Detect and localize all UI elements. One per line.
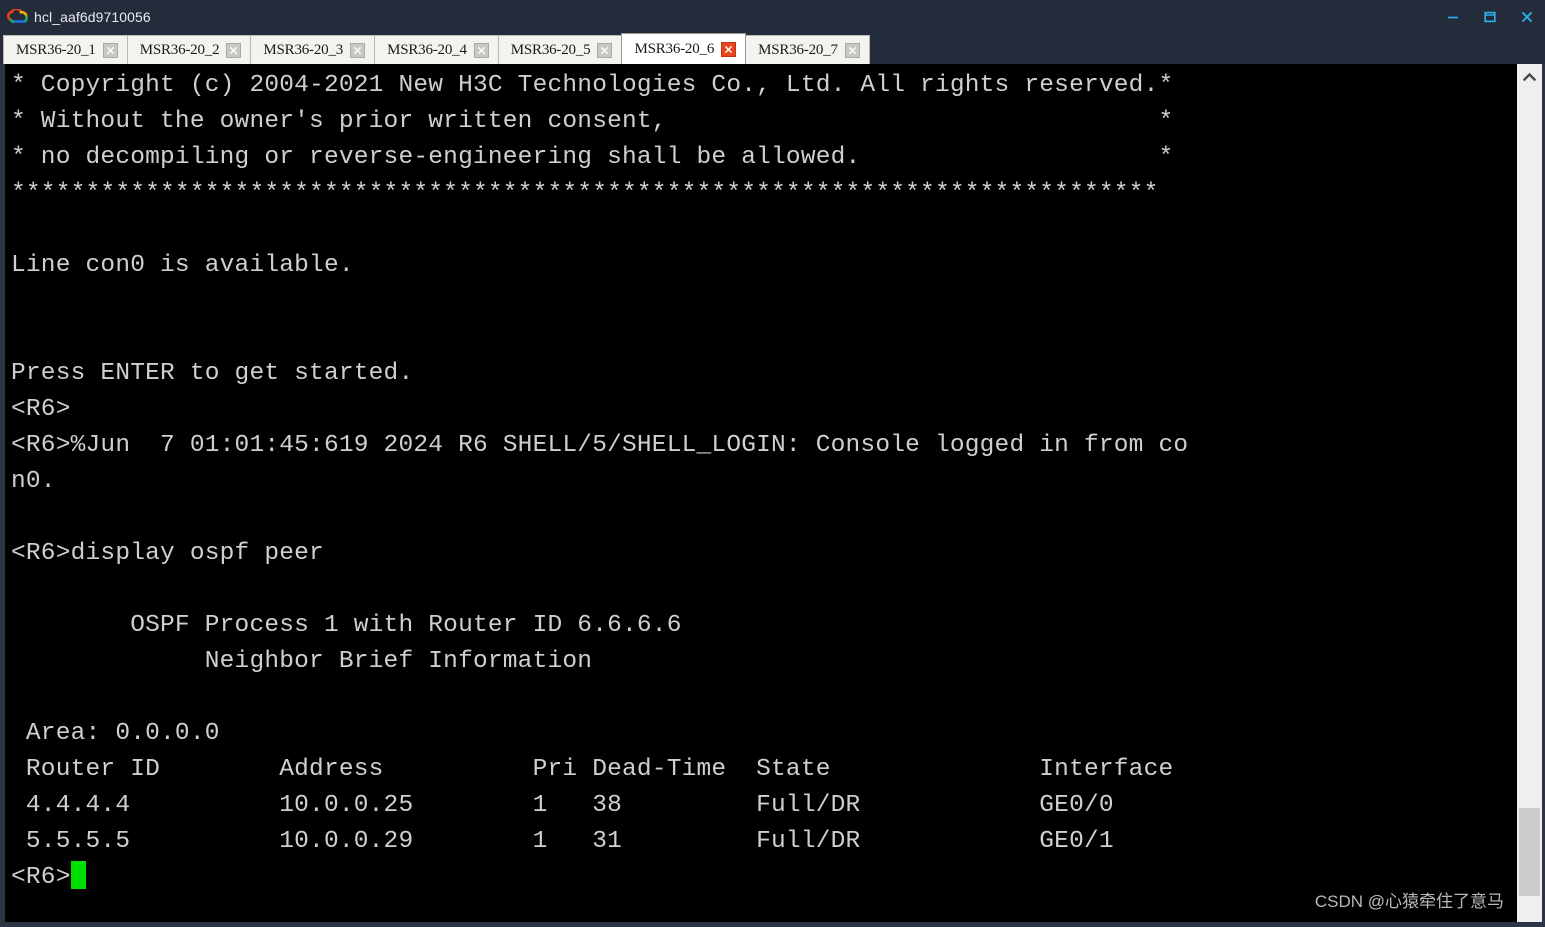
terminal-line: 4.4.4.4 10.0.0.25 1 38 Full/DR GE0/0	[11, 792, 1114, 819]
close-icon[interactable]	[721, 41, 737, 57]
terminal-prompt: <R6>	[11, 864, 71, 891]
terminal-region: * Copyright (c) 2004-2021 New H3C Techno…	[0, 64, 1545, 927]
terminal-output[interactable]: * Copyright (c) 2004-2021 New H3C Techno…	[5, 64, 1516, 922]
terminal-line: <R6>display ospf peer	[11, 540, 324, 567]
terminal-line: * Without the owner's prior written cons…	[11, 108, 1174, 135]
tab-label: MSR36-20_1	[16, 41, 96, 58]
device-tab-bar: MSR36-20_1 MSR36-20_2 MSR36-20_3 MSR36-20_4…	[0, 33, 1545, 64]
scroll-up-button[interactable]	[1517, 64, 1542, 90]
close-icon[interactable]	[473, 42, 489, 58]
title-bar: hcl_aaf6d9710056	[0, 0, 1545, 33]
tab-label: MSR36-20_3	[263, 41, 344, 58]
maximize-button[interactable]	[1471, 0, 1508, 33]
terminal-line: <R6>	[11, 396, 71, 423]
terminal-line: Router ID Address Pri Dead-Time State In…	[11, 756, 1174, 783]
terminal-line: * no decompiling or reverse-engineering …	[11, 144, 1174, 171]
tab-msr36-20_2[interactable]: MSR36-20_2	[126, 35, 252, 64]
tab-msr36-20_1[interactable]: MSR36-20_1	[3, 35, 128, 64]
tab-msr36-20_6[interactable]: MSR36-20_6	[621, 33, 747, 64]
terminal-prompt-line: <R6>	[11, 860, 1516, 896]
terminal-line: Neighbor Brief Information	[11, 648, 593, 675]
tab-msr36-20_3[interactable]: MSR36-20_3	[250, 35, 376, 64]
terminal-line: ****************************************…	[11, 180, 1159, 207]
tab-label: MSR36-20_2	[139, 41, 220, 58]
tab-msr36-20_7[interactable]: MSR36-20_7	[745, 35, 870, 64]
close-icon[interactable]	[102, 42, 118, 58]
tab-label: MSR36-20_5	[510, 41, 591, 58]
tab-label: MSR36-20_4	[387, 41, 467, 58]
window-controls	[1434, 0, 1545, 33]
tab-label: MSR36-20_6	[634, 40, 715, 57]
tab-msr36-20_5[interactable]: MSR36-20_5	[497, 35, 623, 64]
close-icon[interactable]	[226, 42, 242, 58]
terminal-line: OSPF Process 1 with Router ID 6.6.6.6	[11, 612, 682, 639]
cloud-icon	[7, 7, 29, 25]
close-icon[interactable]	[350, 42, 366, 58]
tab-label: MSR36-20_7	[758, 41, 838, 58]
window-title: hcl_aaf6d9710056	[34, 8, 151, 25]
terminal-line: 5.5.5.5 10.0.0.29 1 31 Full/DR GE0/1	[11, 828, 1114, 855]
close-button[interactable]	[1508, 0, 1545, 33]
close-icon[interactable]	[844, 42, 860, 58]
terminal-cursor	[70, 861, 86, 889]
terminal-line: Line con0 is available.	[11, 252, 354, 279]
close-icon[interactable]	[597, 42, 613, 58]
hcl-console-window: hcl_aaf6d9710056 MSR36-20_1 MSR36-20_2 MSR…	[0, 0, 1545, 927]
scrollbar-track[interactable]	[1517, 90, 1542, 922]
terminal-line: n0.	[11, 468, 56, 495]
title-bar-left: hcl_aaf6d9710056	[0, 7, 151, 25]
scrollbar-thumb[interactable]	[1519, 808, 1540, 896]
terminal-line: Press ENTER to get started.	[11, 360, 414, 387]
terminal-line: <R6>%Jun 7 01:01:45:619 2024 R6 SHELL/5/…	[11, 432, 1189, 459]
terminal-scrollbar[interactable]	[1516, 64, 1542, 922]
minimize-button[interactable]	[1434, 0, 1471, 33]
terminal-line: Area: 0.0.0.0	[11, 720, 220, 747]
tab-msr36-20_4[interactable]: MSR36-20_4	[374, 35, 499, 64]
terminal-line: * Copyright (c) 2004-2021 New H3C Techno…	[11, 72, 1174, 99]
